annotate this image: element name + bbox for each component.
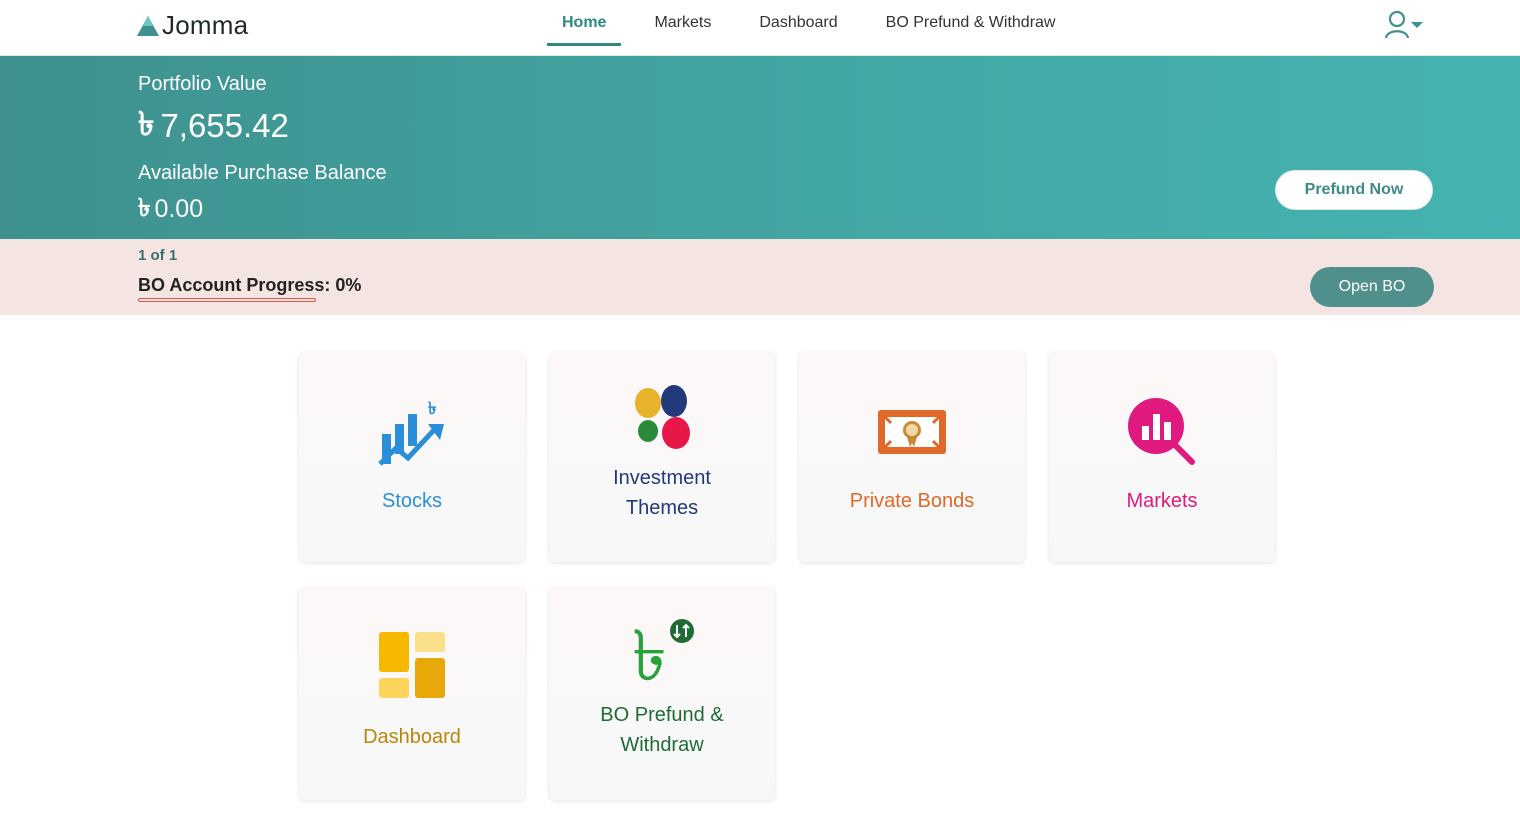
nav-home[interactable]: Home (547, 0, 622, 46)
card-bo-prefund-withdraw[interactable]: ৳ BO Prefund & Withdraw (549, 587, 775, 800)
open-bo-button[interactable]: Open BO (1310, 267, 1434, 307)
prefund-now-button[interactable]: Prefund Now (1275, 170, 1433, 210)
card-investment-themes-label: Investment Themes (613, 467, 711, 519)
card-bo-prefund-withdraw-label: BO Prefund & Withdraw (600, 704, 724, 756)
available-balance-amount: 0.00 (154, 195, 204, 223)
bo-progress-strip: 1 of 1 BO Account Progress: 0% Open BO (0, 239, 1520, 315)
card-markets[interactable]: Markets (1049, 352, 1275, 562)
available-balance: ৳ 0.00 (138, 188, 203, 231)
bond-certificate-icon (872, 392, 952, 472)
caret-down-icon (1411, 22, 1423, 28)
card-stocks-label: Stocks (381, 490, 443, 512)
logo-mark-icon (137, 15, 159, 36)
card-private-bonds-label: Private Bonds (849, 490, 975, 512)
nav-dashboard[interactable]: Dashboard (744, 0, 852, 46)
bo-progress-value: : 0% (324, 275, 362, 295)
portfolio-value-label: Portfolio Value (138, 73, 267, 95)
card-stocks[interactable]: ৳ Stocks (299, 352, 525, 562)
market-search-icon (1122, 392, 1202, 472)
stocks-chart-icon: ৳ (372, 392, 452, 472)
top-navbar: Jomma Home Markets Dashboard BO Prefund … (0, 0, 1520, 56)
card-dashboard-label: Dashboard (363, 726, 461, 748)
card-private-bonds[interactable]: Private Bonds (799, 352, 1025, 562)
card-markets-label: Markets (1126, 490, 1198, 512)
taka-symbol: ৳ (138, 105, 155, 142)
taka-symbol: ৳ (138, 194, 151, 222)
card-dashboard[interactable]: Dashboard (299, 587, 525, 800)
nav-bo-prefund-withdraw[interactable]: BO Prefund & Withdraw (871, 0, 1071, 46)
bo-progress-bar (138, 298, 316, 302)
logo-text: Jomma (162, 10, 249, 40)
card-investment-themes[interactable]: Investment Themes (549, 352, 775, 562)
user-icon (1384, 10, 1410, 39)
bo-progress-label: BO Account Progress (138, 275, 325, 295)
svg-text:৳: ৳ (632, 615, 667, 690)
dashboard-tiles-icon (372, 625, 452, 705)
petals-icon (622, 377, 702, 457)
available-balance-label: Available Purchase Balance (138, 162, 387, 184)
portfolio-banner: Portfolio Value ৳ 7,655.42 Available Pur… (0, 56, 1520, 239)
portfolio-value: ৳ 7,655.42 (138, 98, 289, 154)
bo-progress-text: BO Account Progress: 0% (138, 275, 361, 296)
taka-transfer-icon: ৳ (622, 612, 702, 692)
logo[interactable]: Jomma (136, 10, 248, 41)
nav-links: Home Markets Dashboard BO Prefund & With… (547, 0, 1088, 56)
nav-markets[interactable]: Markets (639, 0, 726, 46)
portfolio-value-amount: 7,655.42 (160, 107, 289, 144)
svg-text:৳: ৳ (428, 399, 436, 419)
bo-pager: 1 of 1 (138, 247, 178, 264)
user-menu[interactable] (1384, 10, 1424, 40)
